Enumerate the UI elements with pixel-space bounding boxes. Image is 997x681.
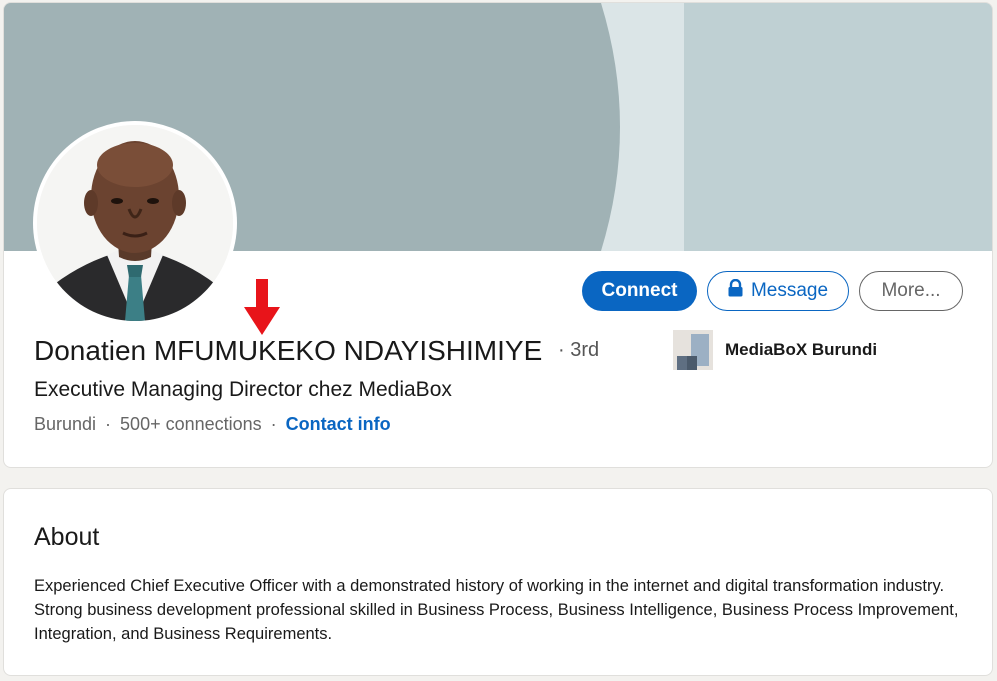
profile-avatar[interactable] <box>33 121 237 325</box>
more-button[interactable]: More... <box>859 271 963 311</box>
profile-photo <box>37 125 233 321</box>
profile-headline: Executive Managing Director chez MediaBo… <box>34 378 452 401</box>
message-button-label: Message <box>750 280 829 301</box>
connection-degree: · 3rd <box>558 339 600 361</box>
more-button-label: More... <box>881 280 941 301</box>
company-logo-icon <box>673 330 713 370</box>
about-title: About <box>34 523 100 551</box>
down-arrow-icon <box>244 279 280 342</box>
message-button[interactable]: Message <box>707 271 849 311</box>
profile-card: Connect Message More... Donatien MFUMUKE… <box>3 2 993 468</box>
contact-info-link[interactable]: Contact info <box>286 414 391 435</box>
profile-name: Donatien MFUMUKEKO NDAYISHIMIYE <box>34 335 543 366</box>
connect-button[interactable]: Connect <box>582 271 697 311</box>
profile-meta: Burundi · 500+ connections · Contact inf… <box>34 414 391 435</box>
meta-separator: · <box>105 414 112 434</box>
current-company[interactable]: MediaBoX Burundi <box>673 330 877 370</box>
profile-connections[interactable]: 500+ connections <box>120 414 262 435</box>
about-section: About Experienced Chief Executive Office… <box>3 488 993 676</box>
connect-button-label: Connect <box>601 280 678 301</box>
lock-icon <box>728 278 743 303</box>
about-text: Experienced Chief Executive Officer with… <box>34 577 959 643</box>
profile-location: Burundi <box>34 414 97 434</box>
company-name: MediaBoX Burundi <box>725 340 878 359</box>
meta-separator: · <box>270 414 277 434</box>
